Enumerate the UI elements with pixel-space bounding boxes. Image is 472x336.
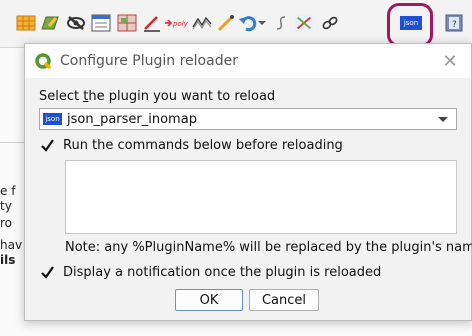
- svg-text:?: ?: [452, 20, 457, 30]
- note-text: Note: any %PluginName% will be replaced …: [65, 240, 472, 255]
- grid-icon[interactable]: [117, 13, 137, 33]
- curve-icon[interactable]: [271, 13, 291, 33]
- background-text: ils: [0, 253, 16, 267]
- select-plugin-label: Select the plugin you want to reload: [39, 89, 276, 104]
- background-text: e f: [0, 184, 16, 198]
- ok-button[interactable]: OK: [175, 289, 243, 311]
- polygon-icon-text: poly: [172, 20, 189, 28]
- main-toolbar: poly json ?: [0, 0, 472, 48]
- digitize-icon[interactable]: [142, 13, 162, 33]
- help-icon[interactable]: ?: [444, 13, 464, 33]
- qgis-logo-icon: [35, 53, 52, 70]
- run-commands-checkbox[interactable]: [40, 138, 55, 153]
- dropdown-icon[interactable]: [256, 13, 268, 33]
- background-text: hav: [0, 238, 23, 252]
- close-icon: ✕: [442, 50, 458, 72]
- attribute-table-icon[interactable]: [16, 13, 36, 33]
- configure-plugin-dialog: Configure Plugin reloader ✕ Select the p…: [24, 43, 472, 321]
- field-calculator-icon[interactable]: [91, 13, 111, 33]
- dialog-title: Configure Plugin reloader: [60, 53, 238, 69]
- notify-label[interactable]: Display a notification once the plugin i…: [63, 265, 381, 280]
- json-plugin-icon: json: [43, 113, 62, 125]
- node-tool-icon[interactable]: [216, 13, 236, 33]
- plugin-select-value: json_parser_inomap: [67, 112, 197, 127]
- link-icon[interactable]: [320, 13, 340, 33]
- notify-checkbox[interactable]: [40, 265, 55, 280]
- polygon-tool-icon[interactable]: poly: [165, 13, 189, 33]
- background-text: ro: [0, 216, 13, 230]
- hide-eye-icon[interactable]: [66, 13, 86, 33]
- checkmark-icon: [41, 266, 54, 279]
- cancel-button[interactable]: Cancel: [249, 289, 319, 311]
- undo-icon[interactable]: [238, 13, 258, 33]
- vertex-tool-icon[interactable]: [294, 13, 314, 33]
- run-commands-label[interactable]: Run the commands below before reloading: [63, 138, 343, 153]
- commands-textarea[interactable]: [65, 160, 457, 234]
- dialog-titlebar[interactable]: Configure Plugin reloader ✕: [25, 44, 471, 78]
- checkmark-icon: [41, 139, 54, 152]
- trace-icon[interactable]: [192, 13, 212, 33]
- highlight-ring: [387, 3, 433, 47]
- plugin-select[interactable]: json json_parser_inomap: [39, 108, 457, 130]
- pencil-layer-icon[interactable]: [40, 13, 60, 33]
- chevron-down-icon: [438, 117, 448, 122]
- background-text: ty: [0, 199, 12, 213]
- close-button[interactable]: ✕: [439, 50, 461, 72]
